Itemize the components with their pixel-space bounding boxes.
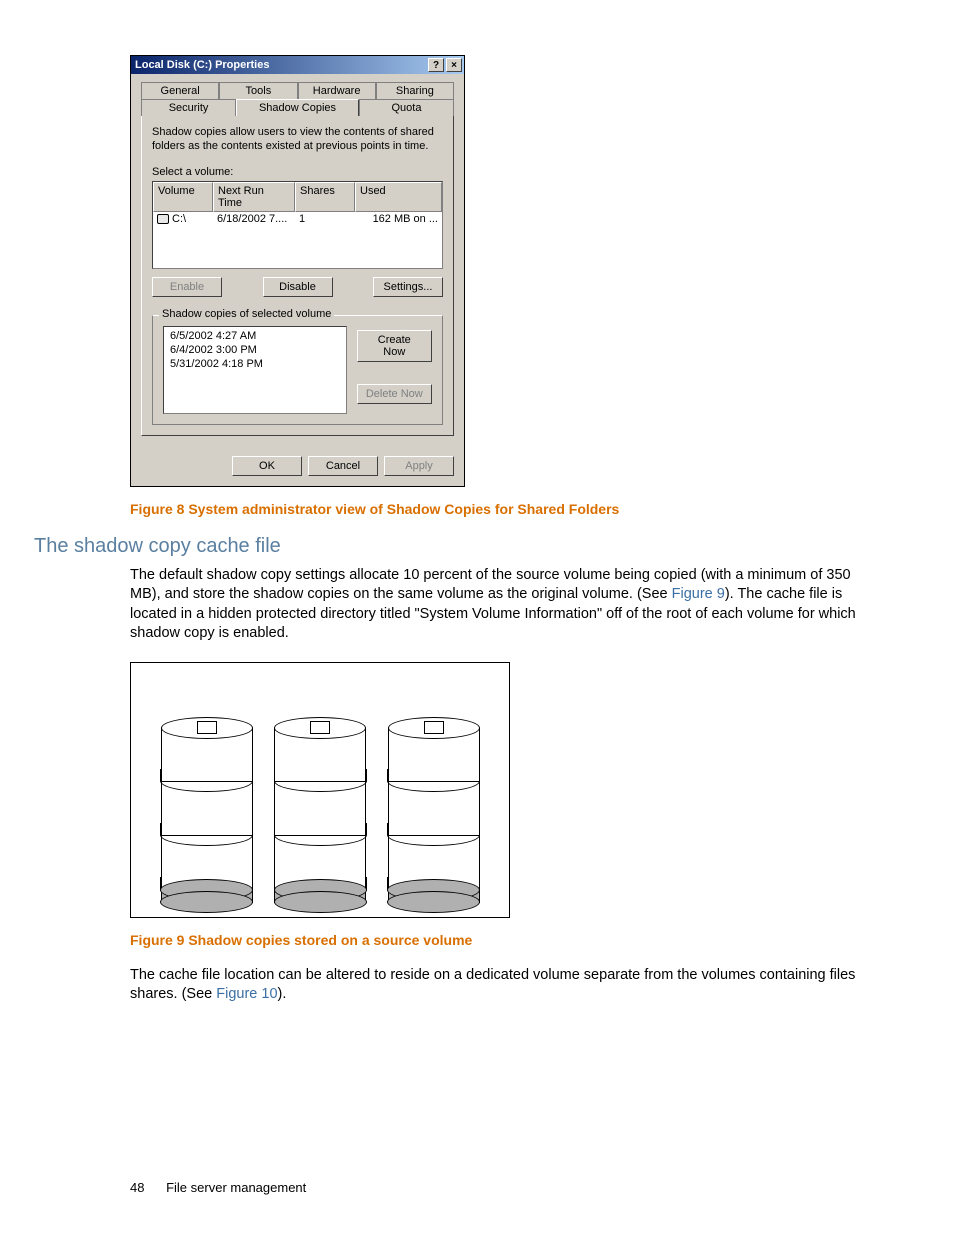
volume-cylinder (388, 717, 480, 903)
enable-button[interactable]: Enable (152, 277, 222, 297)
figure-10-link[interactable]: Figure 10 (216, 986, 277, 1002)
page-footer: 48 File server management (130, 1180, 306, 1195)
tab-general[interactable]: General (141, 82, 219, 99)
list-header: Volume Next Run Time Shares Used (153, 182, 442, 212)
footer-section: File server management (166, 1180, 306, 1195)
titlebar: Local Disk (C:) Properties ? × (131, 56, 464, 74)
volume-list[interactable]: Volume Next Run Time Shares Used C:\ 6/1… (152, 181, 443, 269)
cell-shares: 1 (295, 212, 355, 226)
tab-description: Shadow copies allow users to view the co… (152, 126, 443, 154)
tab-shadow-copies[interactable]: Shadow Copies (236, 99, 359, 116)
col-volume[interactable]: Volume (153, 182, 213, 212)
section-heading: The shadow copy cache file (34, 535, 864, 558)
cancel-button[interactable]: Cancel (308, 456, 378, 476)
disable-button[interactable]: Disable (263, 277, 333, 297)
col-shares[interactable]: Shares (295, 182, 355, 212)
settings-button[interactable]: Settings... (373, 277, 443, 297)
list-item[interactable]: 6/5/2002 4:27 AM (170, 329, 340, 343)
disk-icon (157, 214, 169, 224)
volume-cylinder (161, 717, 253, 903)
list-item[interactable]: 5/31/2002 4:18 PM (170, 357, 340, 371)
window-title: Local Disk (C:) Properties (135, 59, 426, 71)
tab-quota[interactable]: Quota (359, 99, 454, 116)
tab-hardware[interactable]: Hardware (298, 82, 376, 99)
figure-8-caption: Figure 8 System administrator view of Sh… (130, 501, 864, 517)
group-title: Shadow copies of selected volume (159, 308, 334, 320)
select-volume-label: Select a volume: (152, 166, 443, 178)
paragraph-2: The cache file location can be altered t… (130, 966, 864, 1005)
tab-sharing[interactable]: Sharing (376, 82, 454, 99)
list-row[interactable]: C:\ 6/18/2002 7.... 1 162 MB on ... (153, 212, 442, 226)
col-next-run-time[interactable]: Next Run Time (213, 182, 295, 212)
shadow-copies-list[interactable]: 6/5/2002 4:27 AM 6/4/2002 3:00 PM 5/31/2… (163, 326, 347, 414)
tab-tools[interactable]: Tools (219, 82, 297, 99)
list-item[interactable]: 6/4/2002 3:00 PM (170, 343, 340, 357)
figure-9-link[interactable]: Figure 9 (672, 586, 725, 602)
create-now-button[interactable]: Create Now (357, 330, 432, 362)
help-icon[interactable]: ? (428, 58, 444, 72)
paragraph-1: The default shadow copy settings allocat… (130, 566, 864, 644)
tab-security[interactable]: Security (141, 99, 236, 116)
cell-volume: C:\ (172, 213, 186, 225)
shadow-copies-group: Shadow copies of selected volume 6/5/200… (152, 315, 443, 425)
apply-button[interactable]: Apply (384, 456, 454, 476)
col-used[interactable]: Used (355, 182, 442, 212)
shadow-copy-diagram (130, 662, 510, 918)
cell-next-run-time: 6/18/2002 7.... (213, 212, 295, 226)
properties-dialog: Local Disk (C:) Properties ? × General T… (130, 55, 465, 487)
cell-used: 162 MB on ... (355, 212, 442, 226)
delete-now-button[interactable]: Delete Now (357, 384, 432, 404)
close-icon[interactable]: × (446, 58, 462, 72)
figure-9-caption: Figure 9 Shadow copies stored on a sourc… (130, 932, 864, 948)
ok-button[interactable]: OK (232, 456, 302, 476)
volume-cylinder (274, 717, 366, 903)
page-number: 48 (130, 1180, 144, 1195)
